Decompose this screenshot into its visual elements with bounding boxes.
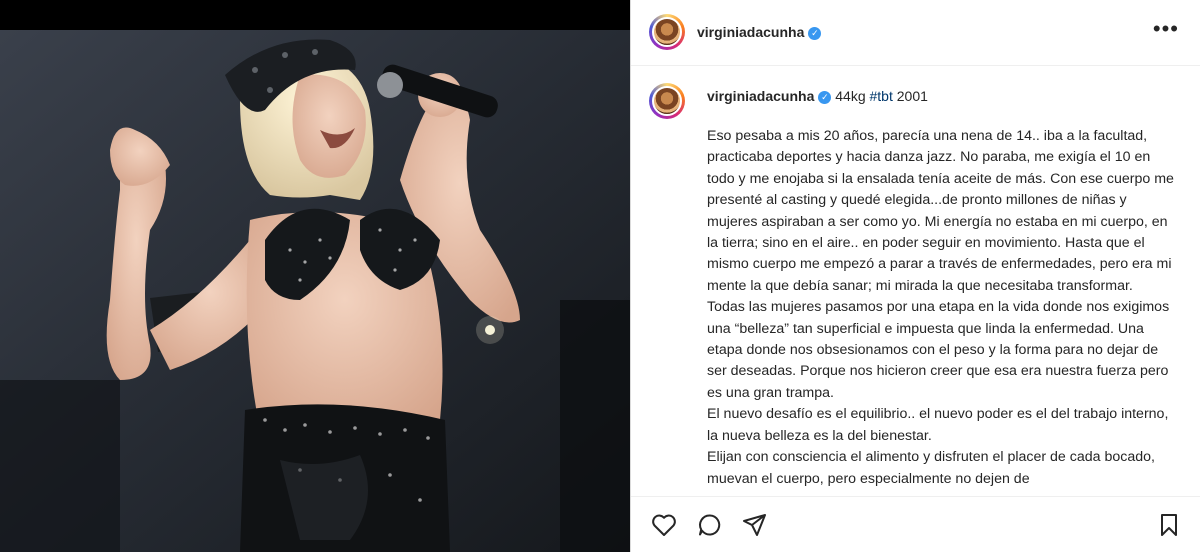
avatar[interactable] [649, 14, 685, 50]
share-icon[interactable] [742, 513, 768, 537]
post-panel: virginiadacunha ✓ ••• virginiadacunha ✓ 44… [630, 0, 1200, 552]
caption-year: 2001 [896, 88, 928, 104]
caption-avatar[interactable] [649, 83, 685, 119]
action-bar [631, 496, 1200, 552]
caption-text: Eso pesaba a mis 20 años, parecía una ne… [707, 128, 1174, 487]
caption-header: virginiadacunha ✓ 44kg #tbt 2001 [707, 88, 928, 104]
verified-badge-icon: ✓ [808, 27, 822, 40]
verified-badge-icon: ✓ [818, 91, 832, 104]
header-username-text[interactable]: virginiadacunha [697, 24, 804, 40]
hashtag-link[interactable]: #tbt [870, 88, 893, 104]
caption-area[interactable]: virginiadacunha ✓ 44kg #tbt 2001 Eso pesa… [631, 66, 1200, 496]
header-username[interactable]: virginiadacunha ✓ [697, 24, 822, 40]
post-photo[interactable] [0, 0, 630, 552]
bookmark-icon[interactable] [1157, 513, 1181, 537]
post-header: virginiadacunha ✓ ••• [631, 0, 1200, 66]
more-options-icon[interactable]: ••• [1153, 16, 1179, 42]
comment-icon[interactable] [697, 513, 723, 537]
caption-username[interactable]: virginiadacunha [707, 88, 814, 104]
post-image [0, 0, 630, 552]
heart-icon[interactable] [651, 513, 677, 537]
caption-lead: 44kg [835, 88, 866, 104]
